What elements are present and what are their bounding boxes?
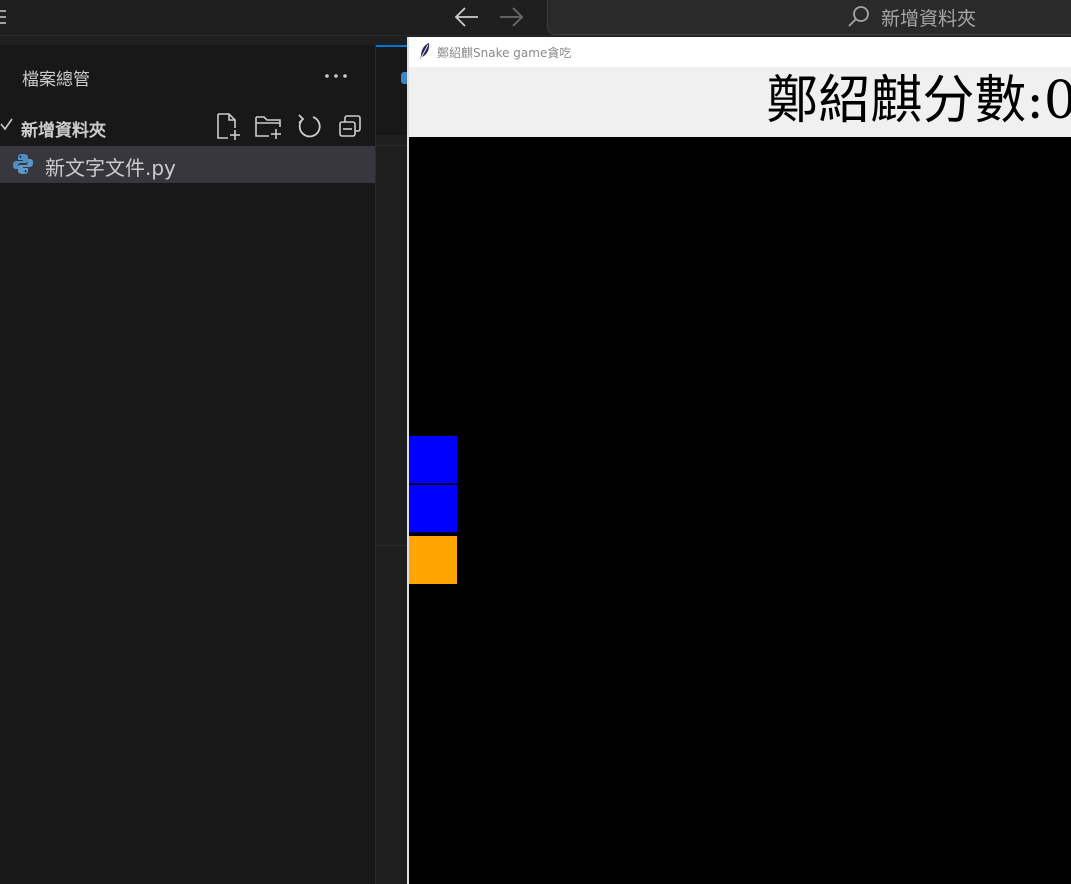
game-window-title: 鄭紹麒Snake game貪吃: [437, 46, 572, 60]
snake-game-window: 鄭紹麒Snake game貪吃 鄭紹麒分數:0: [407, 37, 1071, 884]
menu-icon[interactable]: [0, 4, 14, 30]
explorer-title: 檔案總管: [22, 70, 90, 90]
snake-segment: [409, 436, 457, 484]
folder-row[interactable]: 新增資料夾: [0, 109, 375, 143]
explorer-sidebar: 檔案總管 新增資料夾 新文字文件.py: [0, 45, 375, 884]
chevron-down-icon: [0, 116, 14, 134]
tk-feather-icon: [418, 42, 432, 60]
python-icon: [12, 153, 34, 175]
search-icon: [846, 4, 872, 30]
score-label: 鄭紹麒分數:0: [766, 71, 1071, 131]
game-canvas[interactable]: [409, 137, 1071, 884]
title-bar: 新增資料夾: [0, 0, 1071, 36]
file-name: 新文字文件.py: [45, 156, 176, 180]
food-item: [409, 536, 457, 584]
more-actions-icon[interactable]: [320, 65, 352, 87]
game-title-bar[interactable]: 鄭紹麒Snake game貪吃: [409, 37, 1071, 67]
new-folder-icon[interactable]: [253, 111, 283, 141]
refresh-icon[interactable]: [294, 111, 324, 141]
command-center-search[interactable]: 新增資料夾: [547, 0, 1071, 35]
forward-arrow-icon[interactable]: [496, 3, 526, 31]
new-file-icon[interactable]: [213, 111, 243, 141]
file-item[interactable]: 新文字文件.py: [0, 146, 375, 183]
collapse-all-icon[interactable]: [335, 111, 365, 141]
folder-name: 新增資料夾: [21, 121, 106, 141]
score-panel: 鄭紹麒分數:0: [409, 67, 1071, 137]
command-center-label: 新增資料夾: [881, 8, 977, 30]
back-arrow-icon[interactable]: [452, 3, 482, 31]
snake-segment: [409, 485, 457, 533]
